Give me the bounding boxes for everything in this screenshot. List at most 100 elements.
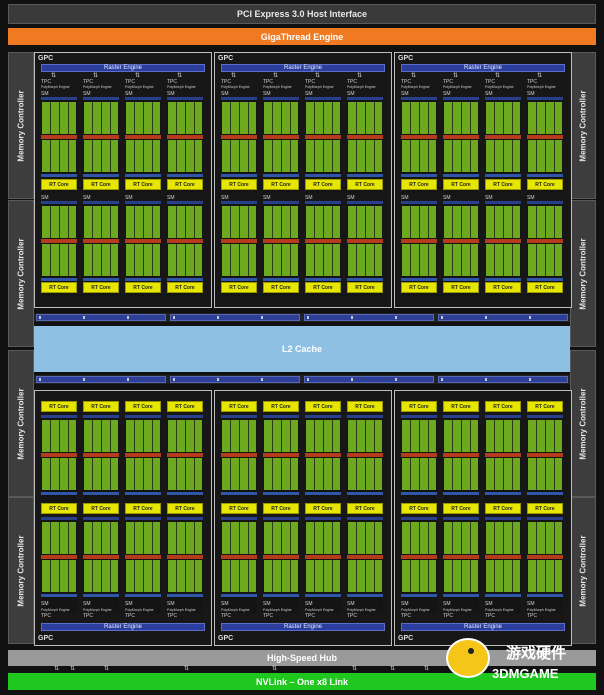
sm-block: [263, 415, 299, 511]
core-divider: [248, 244, 249, 276]
memory-controller: Memory Controller: [8, 350, 34, 497]
rt-core: RT Core: [167, 503, 203, 514]
sm-hdr: [305, 517, 341, 520]
core-divider: [143, 206, 144, 238]
core-divider: [356, 206, 357, 238]
memory-controller: Memory Controller: [570, 350, 596, 497]
sm-blu: [167, 594, 203, 597]
sm-blu: [347, 492, 383, 495]
sm-label: SM: [527, 601, 535, 607]
sm-sep: [125, 239, 161, 243]
core-divider: [110, 244, 111, 276]
core-divider: [428, 522, 429, 554]
sm-hdr: [305, 201, 341, 204]
core-divider: [272, 458, 273, 490]
sm-hdr: [305, 415, 341, 418]
rt-core: RT Core: [305, 179, 341, 190]
core-divider: [290, 206, 291, 238]
sm-cores: [444, 206, 478, 238]
rt-core: RT Core: [221, 401, 257, 412]
sm-hdr: [167, 517, 203, 520]
sm-sep: [527, 555, 563, 559]
watermark-mascot-eye-icon: [468, 648, 474, 654]
sm-cores: [444, 244, 478, 276]
sm-cores: [84, 560, 118, 592]
core-divider: [470, 420, 471, 452]
sm-cores: [222, 140, 256, 172]
sm-cores: [126, 420, 160, 452]
sm-blu: [401, 278, 437, 281]
core-divider: [512, 458, 513, 490]
sm-sep: [347, 135, 383, 139]
core-divider: [230, 140, 231, 172]
core-divider: [230, 560, 231, 592]
sm-sep: [221, 135, 257, 139]
core-divider: [452, 102, 453, 134]
tpc-label: TPC: [125, 613, 135, 619]
sm-hdr: [527, 517, 563, 520]
core-divider: [101, 140, 102, 172]
core-divider: [365, 206, 366, 238]
sm-hdr: [263, 415, 299, 418]
core-divider: [470, 244, 471, 276]
link-arrow-icon: ⇅: [315, 73, 321, 79]
core-divider: [281, 140, 282, 172]
link-arrow-icon: ⇅: [135, 73, 141, 79]
sm-cores: [528, 420, 562, 452]
sm-cores: [42, 244, 76, 276]
core-divider: [50, 420, 51, 452]
core-divider: [50, 522, 51, 554]
sm-hdr: [41, 517, 77, 520]
tpc-label: TPC: [41, 613, 51, 619]
sm-cores: [348, 206, 382, 238]
sm-cores: [402, 206, 436, 238]
raster-engine: Raster Engine: [221, 623, 385, 631]
sm-cores: [222, 102, 256, 134]
gpc-label: GPC: [38, 55, 54, 62]
tpc-label: TPC: [443, 613, 453, 619]
l2-slice-divider: [441, 316, 443, 319]
watermark-cn-text: 游戏硬件: [506, 645, 567, 662]
core-divider: [323, 206, 324, 238]
core-divider: [176, 206, 177, 238]
sm-blu: [305, 594, 341, 597]
sm-blu: [167, 492, 203, 495]
memory-controller-label: Memory Controller: [16, 387, 26, 460]
core-divider: [143, 420, 144, 452]
core-divider: [470, 206, 471, 238]
sm-cores: [486, 522, 520, 554]
sm-block: [401, 517, 437, 613]
core-divider: [419, 522, 420, 554]
core-divider: [410, 522, 411, 554]
sm-sep: [41, 555, 77, 559]
core-divider: [290, 244, 291, 276]
rt-core: RT Core: [125, 179, 161, 190]
core-divider: [503, 458, 504, 490]
core-divider: [470, 102, 471, 134]
rt-core: RT Core: [221, 179, 257, 190]
sm-cores: [222, 522, 256, 554]
core-divider: [314, 140, 315, 172]
link-arrow-icon: ⇅: [184, 666, 190, 672]
sm-blu: [443, 278, 479, 281]
core-divider: [152, 244, 153, 276]
core-divider: [419, 560, 420, 592]
sm-cores: [444, 522, 478, 554]
sm-sep: [347, 239, 383, 243]
memory-controller-label: Memory Controller: [578, 387, 588, 460]
core-divider: [110, 140, 111, 172]
core-divider: [554, 560, 555, 592]
core-divider: [176, 140, 177, 172]
sm-cores: [264, 560, 298, 592]
core-divider: [323, 102, 324, 134]
sm-cores: [168, 140, 202, 172]
sm-sep: [305, 135, 341, 139]
sm-sep: [305, 555, 341, 559]
core-divider: [68, 522, 69, 554]
core-divider: [281, 560, 282, 592]
l2-cache-slice: [170, 314, 300, 321]
core-divider: [110, 522, 111, 554]
core-divider: [536, 206, 537, 238]
l2-slice-divider: [441, 378, 443, 381]
tpc-label: TPC: [305, 613, 315, 619]
